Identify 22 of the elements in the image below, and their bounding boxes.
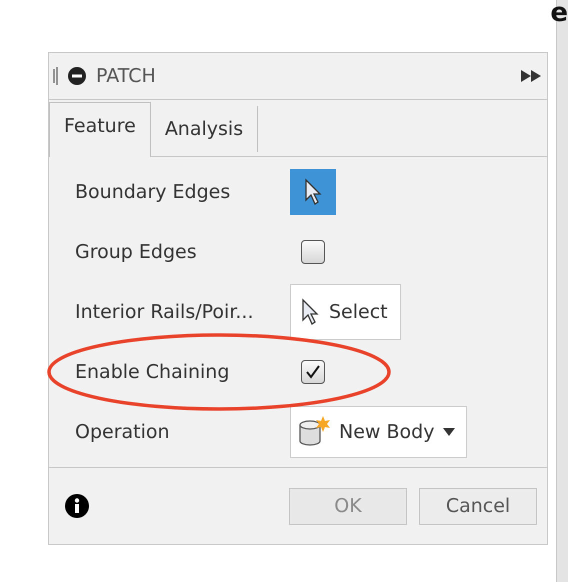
field-label: Enable Chaining xyxy=(74,361,230,383)
dialog-button[interactable]: Cancel xyxy=(419,488,537,524)
info-icon[interactable] xyxy=(65,494,89,518)
checkbox[interactable] xyxy=(301,360,325,384)
grip-icon xyxy=(53,67,58,85)
caret-icon xyxy=(442,427,456,437)
panel-title: PATCH xyxy=(96,65,157,87)
fast-forward-icon[interactable] xyxy=(521,70,541,82)
checkbox[interactable] xyxy=(301,240,325,264)
selection-button[interactable] xyxy=(290,169,336,215)
cursor-icon xyxy=(304,178,322,206)
edge-text: e xyxy=(550,0,568,26)
cursor-icon xyxy=(301,298,319,326)
field-label: Boundary Edges xyxy=(74,181,232,203)
minus-circle-icon[interactable] xyxy=(68,67,86,85)
field-label: Operation xyxy=(74,421,171,443)
field-label: Interior Rails/Poir... xyxy=(74,301,255,323)
operation-dropdown[interactable]: New Body xyxy=(290,406,468,458)
checkmark-icon xyxy=(305,364,321,380)
field-label: Group Edges xyxy=(74,241,198,263)
select-button[interactable]: Select xyxy=(290,284,401,340)
tab[interactable]: Feature xyxy=(49,102,151,157)
